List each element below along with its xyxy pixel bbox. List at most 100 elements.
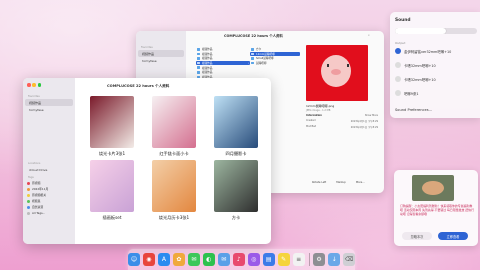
file-item[interactable]: 烧光卡片3张1 [83, 96, 141, 157]
trash-icon[interactable]: ⌫ [343, 253, 356, 266]
reminders-icon[interactable]: ≡ [292, 253, 305, 266]
music-icon[interactable]: ♪ [232, 253, 245, 266]
sound-preferences-link[interactable]: Sound Preferences... [395, 108, 432, 112]
tag-dot-icon [27, 199, 30, 203]
file-icon [251, 52, 255, 56]
dock-separator [308, 253, 310, 266]
chrome-icon[interactable]: ◉ [142, 253, 155, 266]
folder-icon [197, 61, 201, 65]
folder-row[interactable]: 方卡 [250, 47, 300, 52]
downloads-icon[interactable]: ↓ [328, 253, 341, 266]
info-row-modified: Modified 2023年4月1日 下午8:29 [306, 125, 378, 129]
zoom-button[interactable] [37, 83, 42, 87]
search-icon[interactable]: ⌕ [368, 33, 370, 37]
finder-window-front[interactable]: Favorites 视频作品 hcmyfase Locations iCloud… [23, 78, 271, 244]
preview-actions: Rotate Left Markup More... [312, 181, 365, 184]
rotate-left-button[interactable]: Rotate Left [312, 181, 326, 184]
preview-image [306, 45, 368, 101]
file-preview-pane: 12mm鼠瞳吧唧.png JPEG image - 1.2 MB Informa… [304, 45, 380, 193]
file-caption: 烧光月历卡3张1 [158, 215, 190, 220]
file-row[interactable]: 鼠瞳吧唧 [250, 61, 300, 66]
volume-slider[interactable] [395, 28, 477, 34]
sidebar-item-hcmyfase[interactable]: hcmyfase [138, 57, 184, 64]
sound-title: Sound [395, 18, 411, 23]
notification-image [412, 175, 454, 201]
sidebar-item-video-works[interactable]: 视频作品 [25, 99, 73, 106]
wechat-icon[interactable]: ◐ [202, 253, 215, 266]
output-device[interactable]: 吧唧9张1 [395, 90, 419, 96]
file-thumbnail [214, 160, 258, 212]
photos-icon[interactable]: ✿ [172, 253, 185, 266]
chevron-right-icon: › [247, 61, 249, 65]
notification-message: 订购提醒：小太阳福利到账啦！快来领取你的专属福利券吧 活动仅限本周 先到先得 不… [400, 204, 474, 216]
tag-dot-icon [27, 187, 30, 191]
output-device[interactable]: 卡嗒32mm吧唧+10 [395, 62, 436, 68]
podcasts-icon[interactable]: ◎ [247, 253, 260, 266]
tag-dot-icon [27, 205, 30, 209]
file-thumbnail [90, 96, 134, 148]
preview-meta: JPEG image - 1.2 MB [306, 109, 331, 112]
column-browser-2: 方卡 12mm鼠瞳吧唧 Small鼠瞳吧唧 鼠瞳吧唧 [250, 47, 300, 65]
file-caption: 方卡 [231, 215, 241, 220]
minimize-button[interactable] [32, 83, 36, 87]
file-item[interactable]: 红手链卡面小卡 [145, 96, 203, 157]
column-browser-1: 视频作品 视频作品 视频作品 视频作品› 视频作品 视频作品 视频作品 [196, 47, 250, 79]
file-item[interactable]: 方卡 [207, 160, 265, 221]
file-item[interactable]: 烧光月历卡3张1 [145, 160, 203, 221]
settings-icon[interactable]: ⚙ [313, 253, 326, 266]
close-button[interactable] [27, 83, 31, 87]
file-thumbnail [152, 96, 196, 148]
information-row: Information Show More [306, 114, 378, 117]
window-title: COMPLUCOSE 22 hours 个人资料 [224, 34, 283, 38]
output-device[interactable]: 卡嗒32mm吧唧+10 [395, 76, 436, 82]
file-caption: 四月摄影卡 [225, 151, 247, 156]
markup-button[interactable]: Markup [336, 181, 346, 184]
dock: ☺ ◉ A ✿ ✉ ◐ ✉ ♪ ◎ ▤ ✎ ≡ ⚙ ↓ ⌫ [127, 249, 356, 270]
dismiss-button[interactable]: 忽略本次 [402, 232, 432, 240]
folder-icon [197, 52, 201, 56]
file-thumbnail [90, 160, 134, 212]
folder-icon [251, 48, 255, 51]
finder-icon[interactable]: ☺ [127, 253, 140, 266]
folder-icon [197, 48, 201, 51]
output-label: Output [395, 41, 406, 45]
messages-icon[interactable]: ✉ [187, 253, 200, 266]
notification-center: Sound Output 金伊柯留铭ver32mm吧唧+10 卡嗒32mm吧唧+… [390, 0, 480, 270]
file-icon [251, 57, 255, 60]
tag-dot-icon [27, 193, 30, 197]
device-icon [395, 48, 401, 54]
pig-illustration [321, 55, 351, 87]
mail-icon[interactable]: ✉ [217, 253, 230, 266]
folder-icon [197, 57, 201, 60]
sidebar-tag-all[interactable]: All Tags... [23, 210, 75, 216]
window-controls [27, 83, 42, 87]
sidebar-item-hcmyfase[interactable]: hcmyfase [25, 106, 73, 113]
file-caption: 红手链卡面小卡 [159, 151, 189, 156]
file-caption: 插画板set [102, 215, 122, 220]
show-more-link[interactable]: Show More [365, 114, 378, 117]
device-icon [395, 76, 401, 82]
sidebar-item-video-works[interactable]: 视频作品 [138, 50, 184, 57]
more-button[interactable]: More... [356, 181, 365, 184]
sidebar-item-icloud-drive[interactable]: iCloud Drive [25, 166, 73, 173]
device-icon [395, 62, 401, 68]
file-thumbnail [152, 160, 196, 212]
tag-dot-icon [27, 211, 30, 215]
confirm-button[interactable]: 立即查看 [438, 232, 468, 240]
volume-slider-fill [395, 28, 446, 34]
file-icon [251, 61, 255, 65]
tag-dot-icon [27, 181, 30, 185]
output-device[interactable]: 金伊柯留铭ver32mm吧唧+10 [395, 48, 451, 54]
file-item[interactable]: 四月摄影卡 [207, 96, 265, 157]
app-store-icon[interactable]: A [157, 253, 170, 266]
folder-icon [197, 70, 201, 74]
sidebar: Favorites 视频作品 hcmyfase Locations iCloud… [23, 78, 75, 244]
keynote-icon[interactable]: ▤ [262, 253, 275, 266]
device-icon [395, 90, 401, 96]
notes-icon[interactable]: ✎ [277, 253, 290, 266]
file-item[interactable]: 插画板set [83, 160, 141, 221]
notification-card[interactable]: 订购提醒：小太阳福利到账啦！快来领取你的专属福利券吧 活动仅限本周 先到先得 不… [394, 170, 478, 246]
sound-panel: Sound Output 金伊柯留铭ver32mm吧唧+10 卡嗒32mm吧唧+… [390, 12, 480, 118]
info-row-created: Created 2023年4月1日 下午8:29 [306, 119, 378, 123]
